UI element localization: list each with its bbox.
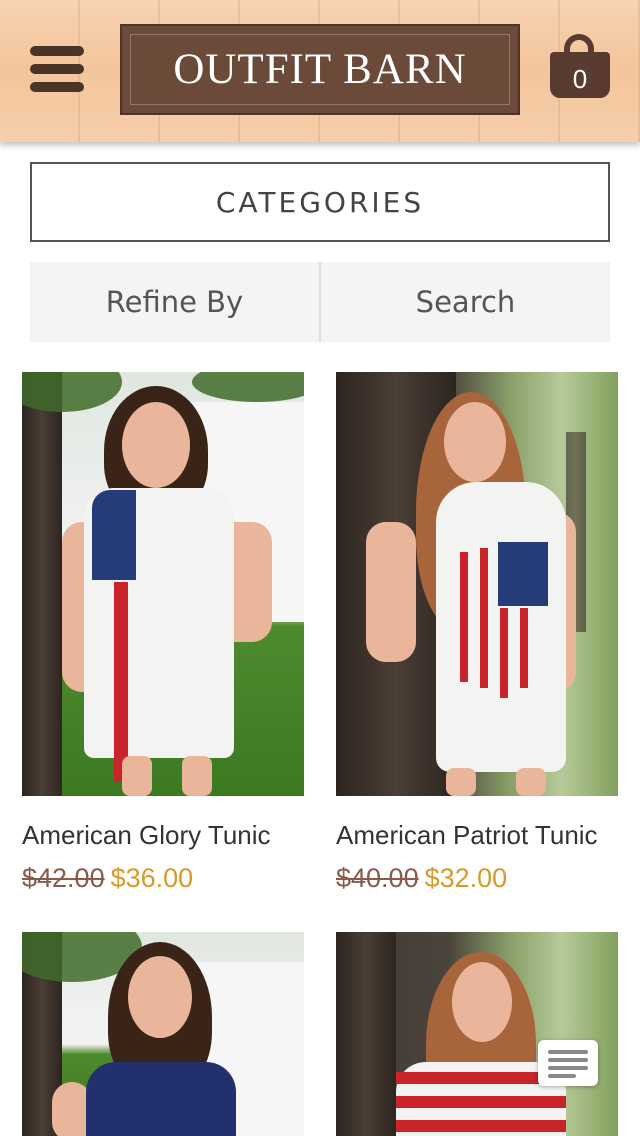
sale-price: $36.00 <box>110 863 194 893</box>
search-button[interactable]: Search <box>319 262 610 342</box>
product-price: $40.00 $32.00 <box>336 863 618 894</box>
product-card[interactable]: American Glory Tunic $42.00 $36.00 <box>22 372 304 894</box>
sale-price: $32.00 <box>424 863 508 893</box>
logo-text: OUTFIT BARN <box>173 46 467 93</box>
product-image[interactable] <box>336 932 618 1136</box>
cart-count-badge: 0 <box>572 64 588 94</box>
product-name[interactable]: American Glory Tunic <box>22 820 304 851</box>
shopping-bag-icon[interactable]: 0 <box>548 34 612 100</box>
product-card[interactable] <box>336 932 618 1136</box>
original-price: $40.00 <box>336 863 419 893</box>
site-header: OUTFIT BARN 0 <box>0 0 640 142</box>
product-image[interactable] <box>22 932 304 1136</box>
original-price: $42.00 <box>22 863 105 893</box>
product-name[interactable]: American Patriot Tunic <box>336 820 618 851</box>
site-logo[interactable]: OUTFIT BARN <box>120 24 520 115</box>
hamburger-menu-icon[interactable] <box>30 46 84 92</box>
refine-by-label: Refine By <box>105 285 244 319</box>
filter-toolbar: Refine By Search <box>30 262 610 342</box>
product-card[interactable] <box>22 932 304 1136</box>
chat-lines-icon[interactable] <box>538 1040 598 1086</box>
search-label: Search <box>415 285 516 319</box>
categories-label: CATEGORIES <box>215 185 425 219</box>
categories-button[interactable]: CATEGORIES <box>30 162 610 242</box>
product-price: $42.00 $36.00 <box>22 863 304 894</box>
product-card[interactable]: American Patriot Tunic $40.00 $32.00 <box>336 372 618 894</box>
refine-by-button[interactable]: Refine By <box>30 262 319 342</box>
product-image[interactable] <box>336 372 618 796</box>
product-image[interactable] <box>22 372 304 796</box>
